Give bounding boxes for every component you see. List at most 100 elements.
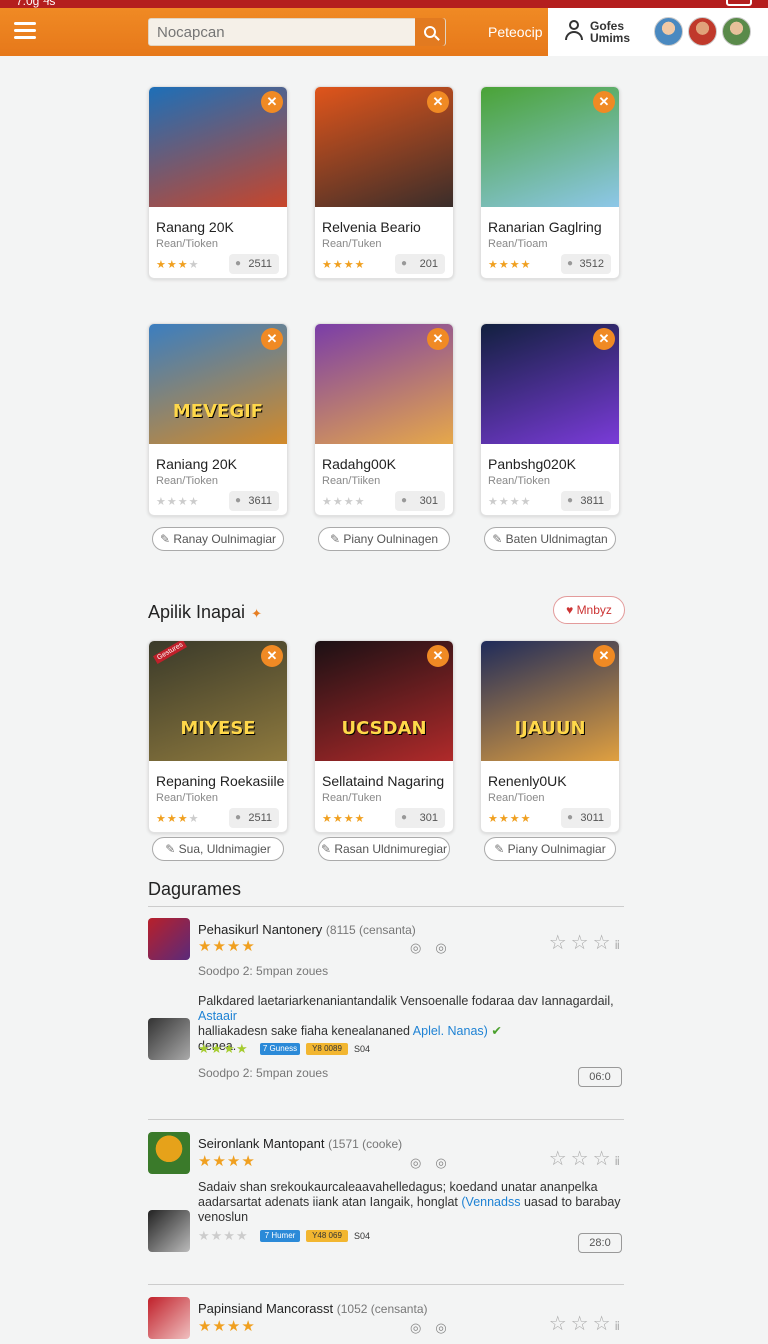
review-item: Papinsiand Mancorasst (1052 (censanta) ★… <box>148 1297 624 1344</box>
rating-stars: ★★★★ <box>488 496 532 508</box>
tag-badge: 7 Guness <box>260 1043 300 1055</box>
game-cover-image[interactable]: ✕ <box>481 87 619 207</box>
like-count-button[interactable]: 301 <box>395 808 445 828</box>
add-favorite-icon[interactable]: ✕ <box>427 645 449 667</box>
rate-stars[interactable]: ☆☆☆ⅱ <box>549 930 624 955</box>
rate-stars[interactable]: ☆☆☆ⅱ <box>549 1146 624 1171</box>
category-pill[interactable]: Piany Oulninagen <box>318 527 450 551</box>
game-card[interactable]: ✕ Ranarian Gaglring Rean/Tioam ★★★★ 3512 <box>480 86 620 279</box>
category-pill[interactable]: Sua, Uldnimagier <box>152 837 284 861</box>
game-subtitle: Rean/Tuken <box>322 238 382 250</box>
game-title[interactable]: Renenly0UK <box>488 773 619 789</box>
rating-stars: ★★★★ <box>322 813 366 825</box>
header-link[interactable]: Peteocip <box>488 24 542 40</box>
rating-stars: ★★★★ <box>488 259 532 271</box>
check-icon: ✔ <box>491 1024 502 1038</box>
avatar[interactable] <box>688 17 717 46</box>
review-counter-button[interactable]: 28:0 <box>578 1233 622 1253</box>
game-cover-image[interactable]: ✕ <box>315 324 453 444</box>
add-favorite-icon[interactable]: ✕ <box>261 645 283 667</box>
review-date: Soodpo 2: 5mpan zoues <box>198 1066 329 1080</box>
user-icon[interactable] <box>564 20 584 42</box>
like-count-button[interactable]: 301 <box>395 491 445 511</box>
game-title[interactable]: Ranarian Gaglring <box>488 219 619 235</box>
review-title[interactable]: Seironlank Mantopant (1571 (cooke) <box>198 1136 402 1151</box>
game-title[interactable]: Raniang 20K <box>156 456 287 472</box>
category-pill[interactable]: Baten Uldnimagtan <box>484 527 616 551</box>
card-footer: ★★★★ 2511 <box>149 804 287 832</box>
review-title[interactable]: Papinsiand Mancorasst (1052 (censanta) <box>198 1301 428 1316</box>
card-footer: ★★★★ 301 <box>315 487 453 515</box>
game-title[interactable]: Sellataind Nagaring <box>322 773 453 789</box>
like-count-button[interactable]: 3512 <box>561 254 611 274</box>
review-thumbnail[interactable] <box>148 918 190 960</box>
game-card[interactable]: ✕ MIYESE Gestures Repaning Roekasiile Rean/T… <box>148 640 288 833</box>
review-counter-button[interactable]: 06:0 <box>578 1067 622 1087</box>
like-count-button[interactable]: 3811 <box>561 491 611 511</box>
tag-badge: Y8 0089 <box>306 1043 348 1055</box>
game-cover-image[interactable]: ✕ <box>481 324 619 444</box>
review-user-thumbnail[interactable] <box>148 1210 190 1252</box>
game-card[interactable]: ✕ Panbshg020K Rean/Tioken ★★★★ 3811 <box>480 323 620 516</box>
rate-stars[interactable]: ☆☆☆ⅱ <box>549 1311 624 1336</box>
add-favorite-icon[interactable]: ✕ <box>427 328 449 350</box>
game-cover-image[interactable]: ✕ <box>149 87 287 207</box>
game-title[interactable]: Ranang 20K <box>156 219 287 235</box>
cover-ribbon: Gestures <box>153 641 188 664</box>
like-count-button[interactable]: 2511 <box>229 808 279 828</box>
game-title[interactable]: Relvenia Beario <box>322 219 453 235</box>
add-favorite-icon[interactable]: ✕ <box>261 328 283 350</box>
search-button[interactable] <box>415 18 445 46</box>
category-pill[interactable]: Piany Oulnimagiar <box>484 837 616 861</box>
like-count-button[interactable]: 201 <box>395 254 445 274</box>
add-favorite-icon[interactable]: ✕ <box>593 91 615 113</box>
game-cover-image[interactable]: ✕ IJAUUN <box>481 641 619 761</box>
game-cover-image[interactable]: ✕ MIYESE Gestures <box>149 641 287 761</box>
game-cover-image[interactable]: ✕ <box>315 87 453 207</box>
user-panel: Gofes Umims <box>548 8 768 56</box>
add-favorite-icon[interactable]: ✕ <box>261 91 283 113</box>
avatar[interactable] <box>654 17 683 46</box>
game-card[interactable]: ✕ UCSDAN Sellataind Nagaring Rean/Tuken ★★★★… <box>314 640 454 833</box>
reaction-icons[interactable]: ◎◎ <box>410 1320 461 1336</box>
like-count-button[interactable]: 3611 <box>229 491 279 511</box>
game-cover-image[interactable]: ✕ UCSDAN <box>315 641 453 761</box>
search-input[interactable] <box>149 19 417 45</box>
game-title[interactable]: Repaning Roekasiile <box>156 773 287 789</box>
more-button[interactable]: ♥ Mnbyz <box>553 596 625 624</box>
game-title[interactable]: Panbshg020K <box>488 456 619 472</box>
review-user-thumbnail[interactable] <box>148 1018 190 1060</box>
game-subtitle: Rean/Tioken <box>156 238 218 250</box>
game-card[interactable]: ✕ Ranang 20K Rean/Tioken ★★★★ 2511 <box>148 86 288 279</box>
search-box <box>148 18 446 46</box>
review-rating-stars: ★★★★ <box>198 938 256 955</box>
section-title-reviews: Dagurames <box>148 879 242 899</box>
review-thumbnail[interactable] <box>148 1132 190 1174</box>
game-card[interactable]: ✕ MEVEGIF Raniang 20K Rean/Tioken ★★★★ 3611 <box>148 323 288 516</box>
avatar[interactable] <box>722 17 751 46</box>
add-favorite-icon[interactable]: ✕ <box>427 91 449 113</box>
user-label[interactable]: Gofes Umims <box>590 20 630 44</box>
review-title[interactable]: Pehasikurl Nantonery (8115 (censanta) <box>198 922 416 937</box>
review-thumbnail[interactable] <box>148 1297 190 1339</box>
add-favorite-icon[interactable]: ✕ <box>593 645 615 667</box>
reaction-icons[interactable]: ◎◎ <box>410 940 461 956</box>
game-subtitle: Rean/Tioken <box>156 792 218 804</box>
add-favorite-icon[interactable]: ✕ <box>593 328 615 350</box>
game-card[interactable]: ✕ IJAUUN Renenly0UK Rean/Tioen ★★★★ 3011 <box>480 640 620 833</box>
like-count-button[interactable]: 3011 <box>561 808 611 828</box>
avatar-list <box>654 17 751 46</box>
game-card[interactable]: ✕ Relvenia Beario Rean/Tuken ★★★★ 201 <box>314 86 454 279</box>
rating-stars: ★★★★ <box>156 259 200 271</box>
cover-logo-text: MIYESE <box>180 718 256 739</box>
category-pill[interactable]: Rasan Uldnimuregiar <box>318 837 450 861</box>
game-card[interactable]: ✕ Radahg00K Rean/Tiiken ★★★★ 301 <box>314 323 454 516</box>
like-count-button[interactable]: 2511 <box>229 254 279 274</box>
category-pill[interactable]: Ranay Oulnimagiar <box>152 527 284 551</box>
reaction-icons[interactable]: ◎◎ <box>410 1155 461 1171</box>
game-cover-image[interactable]: ✕ MEVEGIF <box>149 324 287 444</box>
game-title[interactable]: Radahg00K <box>322 456 453 472</box>
card-footer: ★★★★ 3811 <box>481 487 619 515</box>
menu-icon[interactable] <box>14 22 36 40</box>
top-bar: Peteocip Gofes Umims <box>0 8 768 56</box>
